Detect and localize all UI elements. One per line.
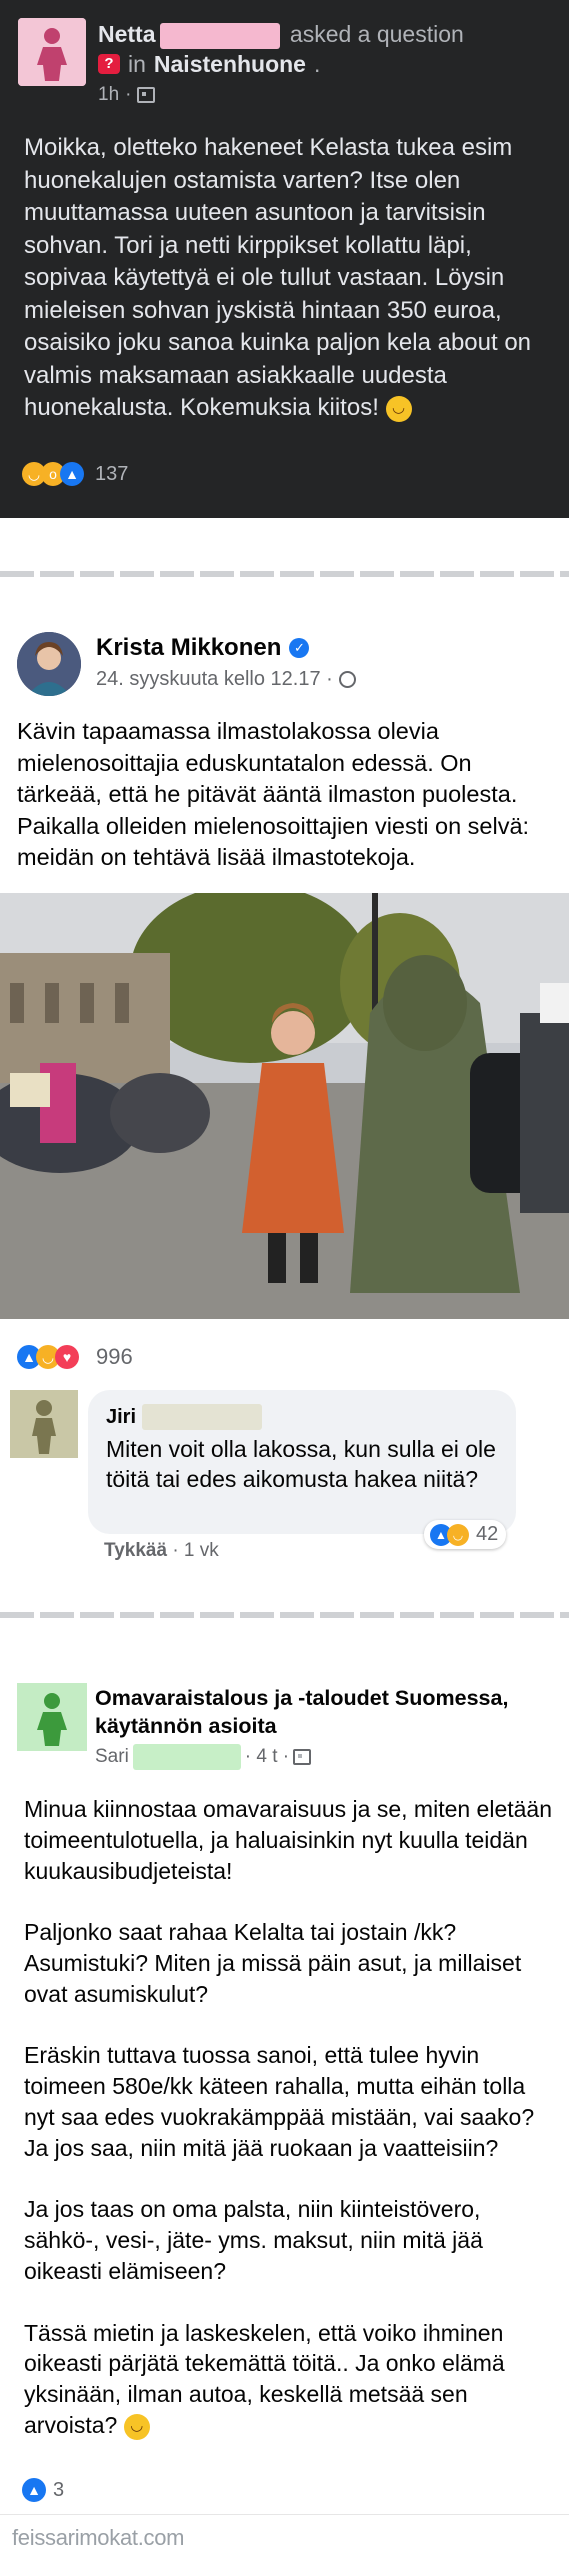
smile-emoji-icon: ◡ [385,395,412,422]
commenter-avatar[interactable] [10,1390,78,1458]
paragraph: Minua kiinnostaa omavaraisuus ja se, mit… [24,1796,553,1884]
paragraph: Eräskin tuttava tuossa sanoi, että tulee… [24,2042,535,2161]
post-date[interactable]: 24. syyskuuta kello 12.17 · [96,668,333,691]
post-action: asked a question [289,21,464,47]
paragraph: Paljonko saat rahaa Kelalta tai jostain … [24,1919,522,2007]
privacy-icon [293,1749,312,1765]
comment-text: Miten voit olla lakossa, kun sulla ei ol… [106,1436,496,1492]
post-meta: 1h · [98,84,156,106]
author-name-row: Krista Mikkonen ✓ [96,634,310,662]
comment-age[interactable]: · 1 vk [172,1540,218,1561]
post-body: Minua kiinnostaa omavaraisuus ja se, mit… [24,1794,554,2472]
comment-reaction-count: 42 [476,1523,499,1545]
reaction-count: 3 [53,2478,65,2501]
in-label: in [128,51,146,77]
commenter-name[interactable]: Jiri [106,1406,136,1429]
name-redaction [142,1404,263,1430]
name-redaction [159,22,280,49]
comment-bubble: Jiri Miten voit olla lakossa, kun sulla … [88,1390,516,1534]
krista-avatar[interactable] [17,632,81,696]
post-time[interactable]: · 4 t · [245,1746,289,1768]
author-name[interactable]: Krista Mikkonen [96,634,281,662]
section-divider [0,1612,569,1618]
person-silhouette-icon [17,1683,87,1751]
watermark: feissarimokat.com [12,2525,185,2550]
haha-reaction-icon: ◡ [447,1523,469,1546]
reaction-count: 996 [96,1344,133,1369]
post-meta: 24. syyskuuta kello 12.17 · [96,668,356,691]
group-line: ? in Naistenhuone. [98,50,320,78]
author-name[interactable]: Sari [95,1746,129,1768]
comment-reactions[interactable]: ▲ ◡ 42 [424,1520,507,1549]
privacy-icon [137,87,156,103]
section-divider [0,571,569,577]
question-badge-icon: ? [98,54,120,74]
reaction-summary[interactable]: ▲ ◡ ♥ 996 [17,1344,133,1370]
author-name[interactable]: Netta [98,21,156,47]
person-silhouette-icon [10,1390,78,1458]
post-photo[interactable] [0,893,569,1319]
reaction-summary[interactable]: ▲ 3 [22,2478,64,2502]
netta-avatar[interactable] [18,18,86,86]
post-body: Moikka, oletteko hakeneet Kelasta tukea … [24,134,532,422]
like-reaction-icon: ▲ [22,2478,46,2502]
paragraph: Tässä mietin ja laskeskelen, että voiko … [24,2319,505,2440]
verified-badge-icon: ✓ [289,638,310,658]
reaction-count: 137 [95,462,129,485]
grin-emoji-icon: ◡ [123,2413,150,2440]
globe-icon [338,671,356,688]
group-avatar[interactable] [17,1683,87,1751]
group-name[interactable]: Omavaraistalous ja -taloudet Suomessa, k… [95,1684,535,1740]
paragraph: Ja jos taas on oma palsta, niin kiinteis… [24,2196,483,2284]
post-meta: Sari · 4 t · [95,1744,312,1770]
post-header: Netta asked a question [98,20,464,49]
watermark-footer: feissarimokat.com [0,2514,569,2560]
question-post: Netta asked a question ? in Naistenhuone… [0,0,569,518]
love-reaction-icon: ♥ [55,1345,79,1369]
comment-actions: Tykkää · 1 vk [104,1540,219,1562]
name-redaction [132,1744,241,1770]
post-time[interactable]: 1h [98,84,119,106]
like-reaction-icon: ▲ [60,462,84,486]
reaction-summary[interactable]: ◡ o ▲ 137 [22,462,128,486]
person-silhouette-icon [18,18,86,86]
group-name[interactable]: Naistenhuone [154,50,306,78]
post-body: Kävin tapaamassa ilmastolakossa olevia m… [17,718,530,870]
like-button[interactable]: Tykkää [104,1540,167,1561]
